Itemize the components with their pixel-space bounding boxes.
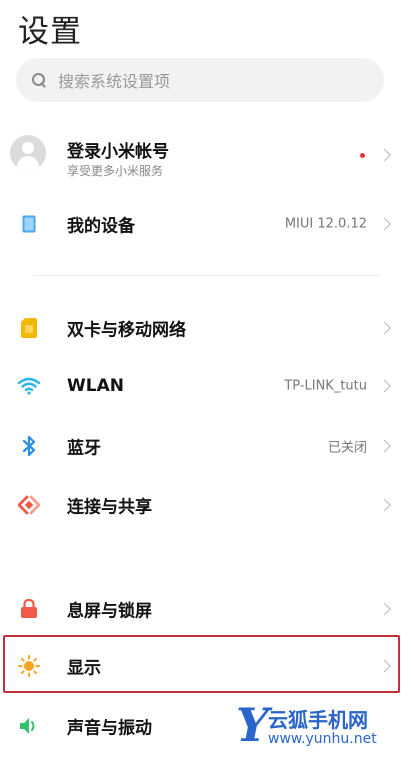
row-bluetooth[interactable]: 蓝牙 已关闭 [0, 417, 411, 475]
search-icon [32, 73, 46, 87]
row-label: 我的设备 [67, 216, 135, 237]
chevron-right-icon [378, 659, 391, 673]
row-wlan[interactable]: WLAN TP-LINK_tutu [0, 357, 411, 415]
sun-icon [18, 655, 40, 677]
row-lock-screen[interactable]: 息屏与锁屏 [0, 580, 411, 638]
chevron-right-icon [378, 321, 391, 335]
share-icon [18, 494, 40, 516]
account-title: 登录小米帐号 [67, 142, 169, 162]
chevron-right-icon [378, 379, 391, 393]
page-title: 设置 [18, 14, 82, 50]
row-my-device[interactable]: 我的设备 MIUI 12.0.12 [0, 195, 411, 253]
chevron-right-icon [378, 439, 391, 453]
account-subtitle: 享受更多小米服务 [67, 164, 164, 178]
account-avatar-icon [10, 135, 46, 171]
notification-dot [360, 153, 365, 158]
device-icon [18, 213, 40, 235]
row-label: WLAN [67, 376, 124, 396]
chevron-right-icon [378, 602, 391, 616]
speaker-icon [18, 715, 40, 737]
watermark-logo: Y 云狐手机网 www.yunhu.net [232, 696, 408, 756]
row-label: 声音与振动 [67, 718, 152, 739]
row-label: 双卡与移动网络 [67, 320, 186, 341]
watermark-letter: Y [236, 698, 269, 752]
row-value: MIUI 12.0.12 [284, 216, 367, 232]
row-label: 连接与共享 [67, 497, 152, 518]
sim-card-icon [18, 317, 40, 339]
wifi-icon [18, 375, 40, 397]
row-label: 蓝牙 [67, 438, 101, 459]
divider [34, 275, 380, 276]
search-placeholder: 搜索系统设置项 [58, 72, 171, 91]
row-label: 显示 [67, 658, 101, 679]
search-bar[interactable]: 搜索系统设置项 [16, 58, 384, 102]
row-dual-sim[interactable]: 双卡与移动网络 [0, 299, 411, 357]
row-label: 息屏与锁屏 [67, 601, 152, 622]
row-display[interactable]: 显示 [0, 637, 411, 695]
chevron-right-icon [378, 498, 391, 512]
row-value: 已关闭 [327, 440, 367, 456]
row-value: TP-LINK_tutu [284, 378, 367, 394]
chevron-right-icon [378, 217, 391, 231]
lock-icon [18, 598, 40, 620]
watermark-brand: 云狐手机网 [268, 708, 368, 732]
watermark-url: www.yunhu.net [268, 731, 377, 747]
account-row[interactable] [0, 124, 411, 186]
row-connection-sharing[interactable]: 连接与共享 [0, 476, 411, 534]
bluetooth-icon [18, 435, 40, 457]
